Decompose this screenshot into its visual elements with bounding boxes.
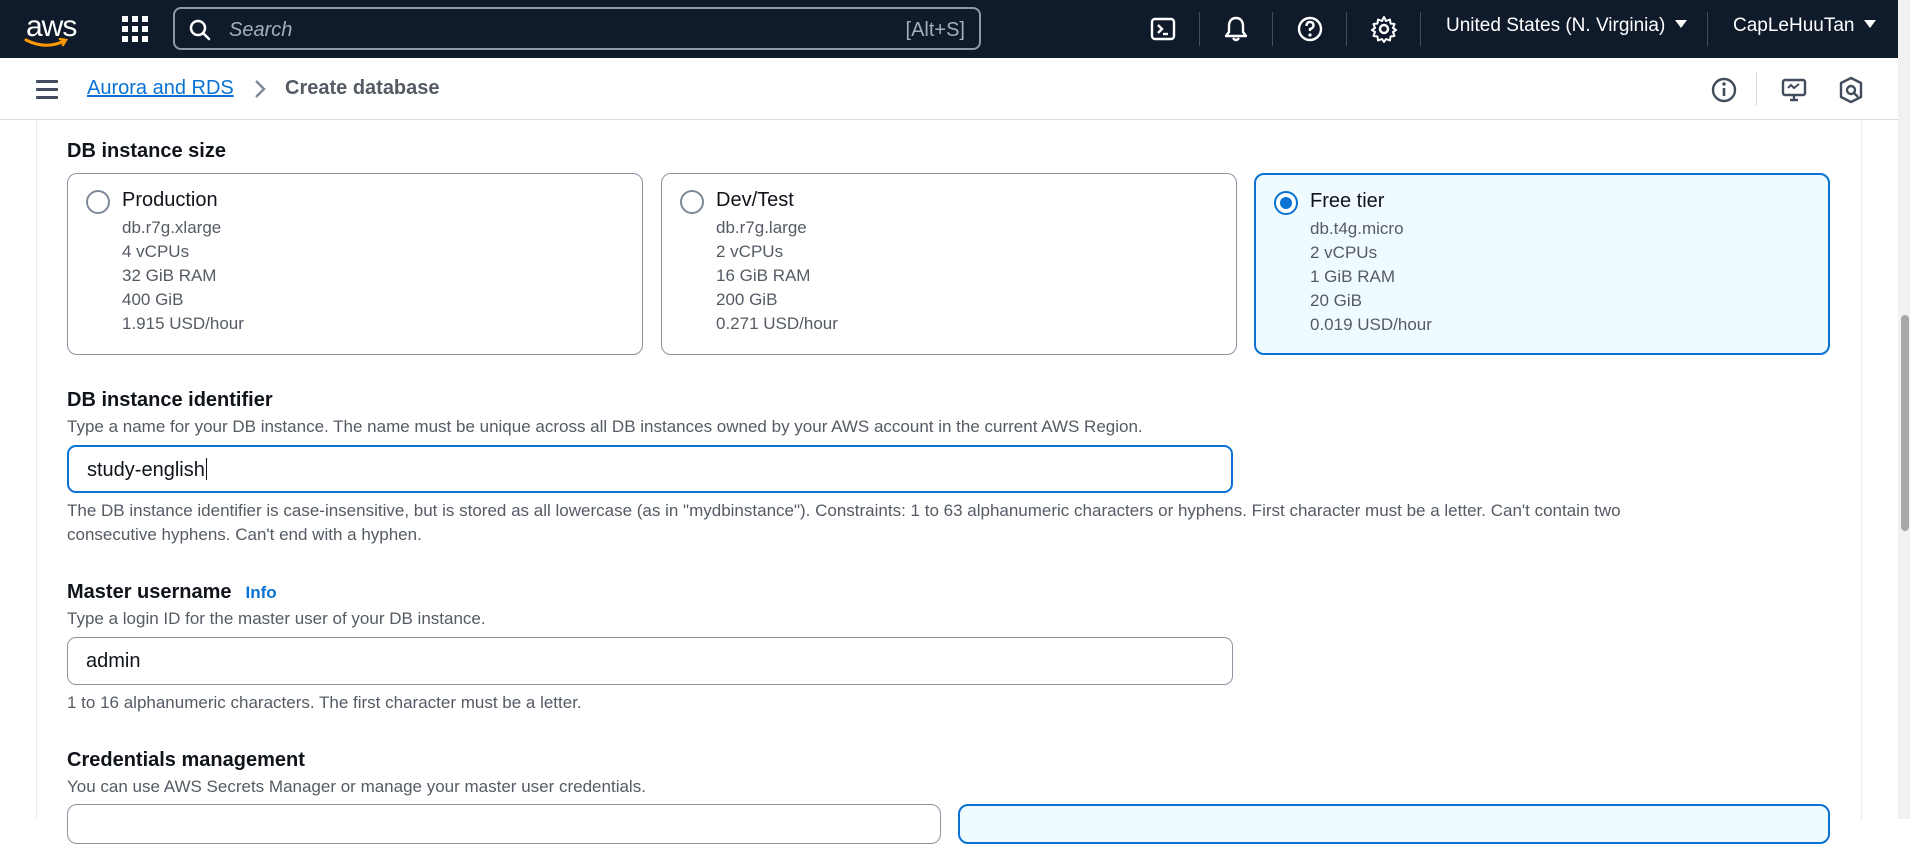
identifier-constraint-line2: consecutive hyphens. Can't end with a hy… <box>67 525 422 544</box>
search-icon <box>189 19 211 41</box>
master-username-input[interactable]: admin <box>67 637 1233 685</box>
cloudshell-icon[interactable] <box>1148 14 1178 44</box>
tile-production[interactable]: Production db.r7g.xlarge 4 vCPUs 32 GiB … <box>67 173 643 355</box>
aws-logo[interactable]: aws <box>22 8 80 48</box>
breadcrumb-current: Create database <box>285 77 440 99</box>
identifier-description: Type a name for your DB instance. The na… <box>67 417 1143 436</box>
info-link[interactable]: Info <box>246 583 277 602</box>
region-label: United States (N. Virginia) <box>1446 15 1666 36</box>
account-name: CapLeHuuTan <box>1733 15 1855 36</box>
tile-spec-class: db.r7g.xlarge <box>122 218 222 237</box>
radio-production[interactable] <box>86 190 110 214</box>
tile-spec-storage: 400 GiB <box>122 290 184 309</box>
tile-spec-ram: 32 GiB RAM <box>122 266 217 285</box>
radio-dev-test[interactable] <box>680 190 704 214</box>
gear-icon[interactable] <box>1369 14 1399 44</box>
radio-free-tier[interactable] <box>1274 191 1298 215</box>
master-username-description: Type a login ID for the master user of y… <box>67 609 486 628</box>
chevron-right-icon <box>255 80 266 98</box>
breadcrumb-parent-link[interactable]: Aurora and RDS <box>87 77 234 100</box>
tile-spec-price: 1.915 USD/hour <box>122 314 244 333</box>
account-menu[interactable]: CapLeHuuTan <box>1733 15 1877 37</box>
top-navigation: aws Search [Alt+S] United States (N. Vir… <box>0 0 1910 58</box>
tile-spec-ram: 16 GiB RAM <box>716 266 811 285</box>
tile-spec-vcpu: 2 vCPUs <box>716 242 784 261</box>
tile-spec-storage: 200 GiB <box>716 290 778 309</box>
master-username-label: Master username <box>67 581 232 603</box>
tile-title: Free tier <box>1310 190 1385 212</box>
identifier-label: DB instance identifier <box>67 389 273 411</box>
tile-dev-test[interactable]: Dev/Test db.r7g.large 2 vCPUs 16 GiB RAM… <box>661 173 1237 355</box>
chevron-down-icon <box>1675 19 1688 28</box>
master-username-value: admin <box>86 650 141 672</box>
region-selector[interactable]: United States (N. Virginia) <box>1446 15 1688 37</box>
scrollbar-thumb[interactable] <box>1901 315 1909 531</box>
tile-spec-ram: 1 GiB RAM <box>1310 267 1396 286</box>
chevron-down-icon <box>1864 19 1877 28</box>
bell-icon[interactable] <box>1221 14 1251 44</box>
tile-spec-class: db.r7g.large <box>716 218 807 237</box>
credentials-description: You can use AWS Secrets Manager or manag… <box>67 777 646 796</box>
master-username-label-row: Master username Info <box>67 581 277 604</box>
search-placeholder: Search <box>229 19 293 41</box>
credentials-label: Credentials management <box>67 749 305 771</box>
tile-spec-class: db.t4g.micro <box>1310 219 1404 238</box>
menu-icon[interactable] <box>36 80 58 104</box>
text-cursor <box>205 457 207 480</box>
help-icon[interactable] <box>1295 14 1325 44</box>
tile-spec-vcpu: 2 vCPUs <box>1310 243 1378 262</box>
tile-spec-storage: 20 GiB <box>1310 291 1362 310</box>
security-shield-icon[interactable] <box>1836 75 1866 105</box>
feedback-monitor-icon[interactable] <box>1779 75 1809 105</box>
credentials-option-secrets-manager[interactable] <box>67 804 941 844</box>
credentials-option-self-managed[interactable] <box>958 804 1830 844</box>
master-username-constraint: 1 to 16 alphanumeric characters. The fir… <box>67 693 582 712</box>
info-icon[interactable] <box>1709 75 1739 105</box>
breadcrumb-bar: Aurora and RDS Create database <box>0 58 1898 120</box>
services-grid-icon[interactable] <box>122 16 148 42</box>
tile-spec-vcpu: 4 vCPUs <box>122 242 190 261</box>
tile-spec-price: 0.271 USD/hour <box>716 314 838 333</box>
tile-spec-price: 0.019 USD/hour <box>1310 315 1432 334</box>
instance-size-label: DB instance size <box>67 140 226 162</box>
db-instance-identifier-input[interactable]: study-english <box>67 445 1233 493</box>
tile-title: Production <box>122 189 218 211</box>
search-input[interactable]: Search [Alt+S] <box>173 7 981 50</box>
tile-free-tier[interactable]: Free tier db.t4g.micro 2 vCPUs 1 GiB RAM… <box>1254 173 1830 355</box>
identifier-value: study-english <box>87 459 205 481</box>
identifier-constraint-line1: The DB instance identifier is case-insen… <box>67 501 1621 520</box>
tile-title: Dev/Test <box>716 189 794 211</box>
search-shortcut: [Alt+S] <box>905 19 965 41</box>
